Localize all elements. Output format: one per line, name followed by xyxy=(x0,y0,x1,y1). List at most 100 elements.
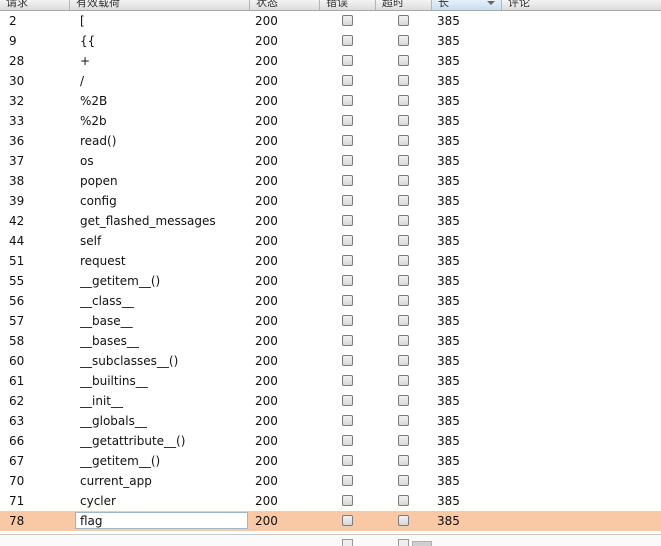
length-cell: 385 xyxy=(437,74,460,88)
error-checkbox[interactable] xyxy=(342,455,353,466)
table-row[interactable]: 51 request 200 385 xyxy=(0,251,661,271)
error-checkbox[interactable] xyxy=(342,515,353,526)
table-row[interactable]: 57 __base__ 200 385 xyxy=(0,311,661,331)
status-cell: 200 xyxy=(255,454,278,468)
table-row[interactable]: 58 __bases__ 200 385 xyxy=(0,331,661,351)
length-cell: 385 xyxy=(437,394,460,408)
status-cell: 200 xyxy=(255,434,278,448)
table-row[interactable]: 71 cycler 200 385 xyxy=(0,491,661,511)
request-number-cell: 42 xyxy=(9,214,25,228)
timeout-checkbox[interactable] xyxy=(398,15,409,26)
horizontal-scrollbar-thumb[interactable] xyxy=(412,541,432,546)
table-row[interactable]: 66 __getattribute__() 200 385 xyxy=(0,431,661,451)
error-checkbox[interactable] xyxy=(342,75,353,86)
error-checkbox[interactable] xyxy=(342,15,353,26)
table-row[interactable]: 39 config 200 385 xyxy=(0,191,661,211)
error-checkbox[interactable] xyxy=(342,395,353,406)
error-checkbox[interactable] xyxy=(342,55,353,66)
error-checkbox[interactable] xyxy=(342,175,353,186)
request-number-cell: 66 xyxy=(9,434,25,448)
table-row[interactable]: 78 flag 200 385 xyxy=(0,511,661,531)
column-header-error[interactable]: 错误 xyxy=(320,0,376,10)
error-checkbox[interactable] xyxy=(342,495,353,506)
table-row[interactable]: 9 {{200 385 xyxy=(0,31,661,51)
timeout-checkbox[interactable] xyxy=(398,395,409,406)
error-checkbox[interactable] xyxy=(342,475,353,486)
error-checkbox[interactable] xyxy=(342,135,353,146)
table-row[interactable]: 36 read() 200 385 xyxy=(0,131,661,151)
column-header-timeout[interactable]: 超时 xyxy=(376,0,432,10)
timeout-checkbox[interactable] xyxy=(398,255,409,266)
error-checkbox[interactable] xyxy=(342,335,353,346)
table-row[interactable]: 62 __init__ 200 385 xyxy=(0,391,661,411)
timeout-checkbox[interactable] xyxy=(398,415,409,426)
table-row[interactable]: 70 current_app 200 385 xyxy=(0,471,661,491)
timeout-checkbox[interactable] xyxy=(398,55,409,66)
table-row[interactable]: 67 __getitem__() 200 385 xyxy=(0,451,661,471)
request-number-cell: 32 xyxy=(9,94,25,108)
table-row[interactable]: 60 __subclasses__() 200 385 xyxy=(0,351,661,371)
column-header-length[interactable]: 长 xyxy=(432,0,502,10)
error-checkbox[interactable] xyxy=(342,375,353,386)
request-number-cell: 56 xyxy=(9,294,25,308)
timeout-checkbox[interactable] xyxy=(398,235,409,246)
timeout-checkbox[interactable] xyxy=(398,195,409,206)
timeout-checkbox[interactable] xyxy=(398,295,409,306)
error-checkbox[interactable] xyxy=(342,255,353,266)
table-row[interactable]: 28 +200 385 xyxy=(0,51,661,71)
timeout-checkbox[interactable] xyxy=(398,435,409,446)
table-row[interactable]: 32 %2B 200 385 xyxy=(0,91,661,111)
table-row[interactable]: 55 __getitem__() 200 385 xyxy=(0,271,661,291)
error-checkbox[interactable] xyxy=(342,35,353,46)
table-row[interactable]: 30 / 200 385 xyxy=(0,71,661,91)
payload-cell: __builtins__ xyxy=(80,374,148,388)
error-checkbox[interactable] xyxy=(342,215,353,226)
status-cell: 200 xyxy=(255,294,278,308)
column-header-comment[interactable]: 评论 xyxy=(502,0,661,10)
error-checkbox[interactable] xyxy=(342,235,353,246)
table-row[interactable]: 2 [200 385 xyxy=(0,11,661,31)
error-checkbox[interactable] xyxy=(342,295,353,306)
timeout-checkbox[interactable] xyxy=(398,495,409,506)
table-row[interactable]: 42 get_flashed_messages 200 385 xyxy=(0,211,661,231)
table-row[interactable]: 44 self 200 385 xyxy=(0,231,661,251)
error-checkbox[interactable] xyxy=(342,275,353,286)
timeout-checkbox[interactable] xyxy=(398,375,409,386)
timeout-checkbox[interactable] xyxy=(398,355,409,366)
timeout-checkbox[interactable] xyxy=(398,515,409,526)
table-row[interactable]: 61 __builtins__ 200 385 xyxy=(0,371,661,391)
error-checkbox[interactable] xyxy=(342,435,353,446)
column-header-payload[interactable]: 有效载荷 xyxy=(70,0,250,10)
timeout-checkbox[interactable] xyxy=(398,135,409,146)
table-row[interactable]: 63 __globals__ 200 385 xyxy=(0,411,661,431)
error-checkbox[interactable] xyxy=(342,95,353,106)
timeout-checkbox[interactable] xyxy=(398,175,409,186)
error-checkbox[interactable] xyxy=(342,195,353,206)
timeout-checkbox[interactable] xyxy=(398,75,409,86)
error-checkbox[interactable] xyxy=(342,315,353,326)
timeout-checkbox[interactable] xyxy=(398,35,409,46)
table-row[interactable]: 38 popen 200 385 xyxy=(0,171,661,191)
timeout-checkbox[interactable] xyxy=(398,315,409,326)
timeout-checkbox[interactable] xyxy=(398,475,409,486)
error-checkbox[interactable] xyxy=(342,355,353,366)
timeout-checkbox[interactable] xyxy=(398,115,409,126)
timeout-checkbox[interactable] xyxy=(398,155,409,166)
error-checkbox[interactable] xyxy=(342,115,353,126)
table-row[interactable]: 33 %2b 200 385 xyxy=(0,111,661,131)
timeout-checkbox[interactable] xyxy=(398,95,409,106)
table-row[interactable]: 37 os 200 385 xyxy=(0,151,661,171)
timeout-checkbox[interactable] xyxy=(398,215,409,226)
length-cell: 385 xyxy=(437,294,460,308)
timeout-checkbox[interactable] xyxy=(398,335,409,346)
column-header-status[interactable]: 状态 xyxy=(250,0,320,10)
payload-cell: %2B xyxy=(80,94,108,108)
column-header-request[interactable]: 请求 xyxy=(0,0,70,10)
error-checkbox[interactable] xyxy=(342,155,353,166)
timeout-checkbox[interactable] xyxy=(398,455,409,466)
payload-cell: os xyxy=(80,154,94,168)
error-checkbox[interactable] xyxy=(342,415,353,426)
table-row[interactable]: 56 __class__ 200 385 xyxy=(0,291,661,311)
length-cell: 385 xyxy=(437,154,460,168)
timeout-checkbox[interactable] xyxy=(398,275,409,286)
